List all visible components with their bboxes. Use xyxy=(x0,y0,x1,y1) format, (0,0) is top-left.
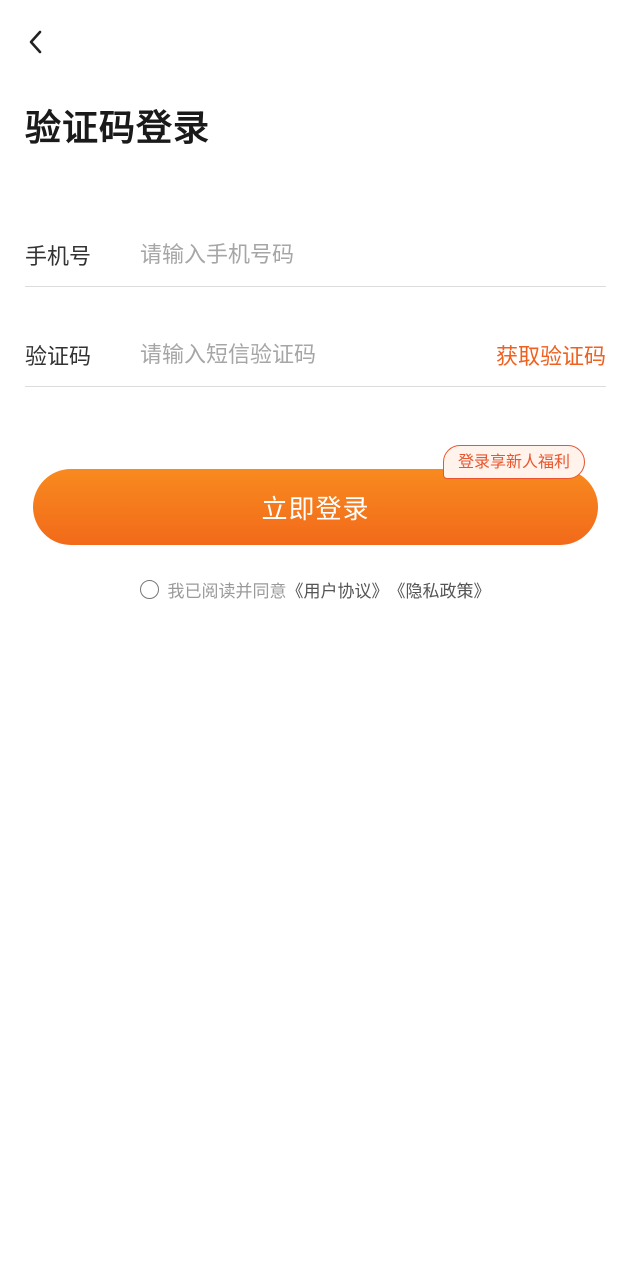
code-row: 验证码 获取验证码 xyxy=(25,324,606,387)
privacy-policy-link[interactable]: 《隐私政策》 xyxy=(389,577,491,602)
page-title: 验证码登录 xyxy=(25,108,211,149)
phone-label: 手机号 xyxy=(25,245,92,270)
login-button[interactable]: 立即登录 xyxy=(33,469,598,545)
back-button[interactable] xyxy=(20,26,52,58)
agreement-prefix: 我已阅读并同意 xyxy=(167,581,287,602)
agreement-checkbox[interactable] xyxy=(139,579,159,599)
phone-input[interactable] xyxy=(140,235,606,275)
code-label: 验证码 xyxy=(25,345,92,370)
phone-row: 手机号 xyxy=(25,224,606,287)
chevron-left-icon xyxy=(29,30,42,54)
user-agreement-link[interactable]: 《用户协议》 xyxy=(287,577,389,602)
get-code-button[interactable]: 获取验证码 xyxy=(496,339,606,371)
agreement-row: 我已阅读并同意 《用户协议》 《隐私政策》 xyxy=(0,574,630,604)
new-user-benefit-badge: 登录享新人福利 xyxy=(443,445,586,479)
sms-code-input[interactable] xyxy=(140,335,496,375)
